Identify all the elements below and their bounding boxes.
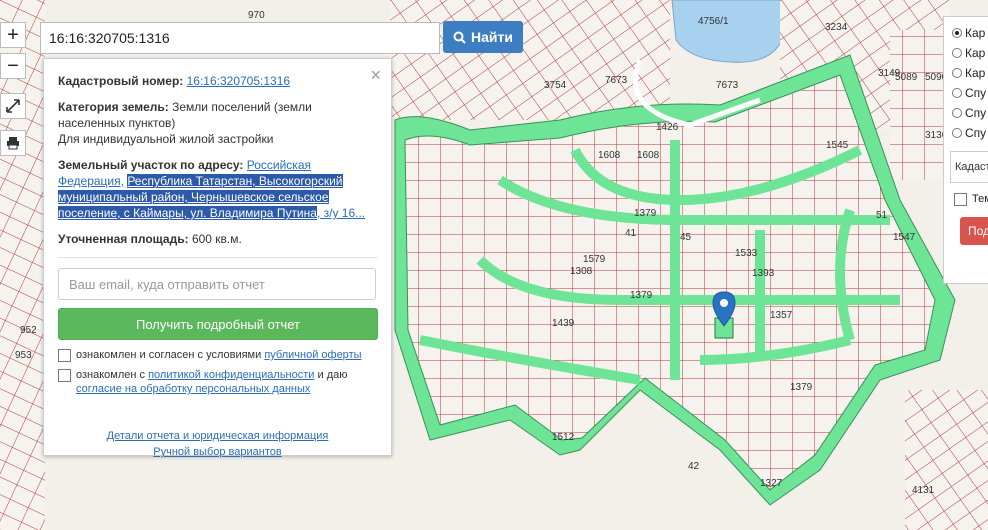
cadastral-number-label: Кадастровый номер:	[58, 74, 184, 88]
layer-option-label: Спу	[965, 106, 987, 120]
public-offer-link[interactable]: публичной оферты	[264, 349, 361, 361]
close-popup-icon[interactable]: ×	[370, 65, 381, 86]
radio-button[interactable]	[952, 48, 962, 58]
layer-option[interactable]: Спу	[944, 83, 988, 103]
privacy-agree-checkbox[interactable]	[58, 369, 71, 382]
layer-option[interactable]: Кар	[944, 63, 988, 83]
layer-option[interactable]: Спу	[944, 103, 988, 123]
parcel-number-label: 1608	[637, 150, 660, 161]
layers-panel: Кар Кар Кар Спу Спу Спу Кадаст Тем Под	[943, 16, 988, 284]
layer-search-input[interactable]: Кадаст	[950, 151, 988, 183]
cadastral-search-input[interactable]: 16:16:320705:1316	[40, 22, 440, 54]
radio-button[interactable]	[952, 128, 962, 138]
parcel-number-label: 51	[876, 210, 888, 221]
address-label: Земельный участок по адресу:	[58, 158, 244, 172]
divider	[58, 257, 377, 258]
parcel-number-label: 1327	[760, 478, 783, 489]
parcel-number-label: 1512	[552, 432, 575, 443]
zoom-out-button[interactable]: −	[0, 53, 26, 79]
privacy-policy-link[interactable]: политикой конфиденциальности	[148, 369, 314, 381]
parcel-number-label: 1426	[656, 122, 679, 133]
search-icon	[453, 31, 466, 44]
parcel-number-label: 953	[15, 350, 32, 361]
parcel-number-label: 42	[688, 461, 700, 472]
parcel-number-label: 1545	[826, 140, 849, 151]
parcel-number-label: 7673	[605, 75, 628, 86]
land-usage-value: Для индивидуальной жилой застройки	[58, 132, 274, 146]
layer-checkbox[interactable]	[954, 193, 967, 206]
parcel-number-label: 3754	[544, 80, 567, 91]
manual-selection-link[interactable]: Ручной выбор вариантов	[153, 446, 281, 458]
parcel-number-label: 41	[625, 228, 637, 239]
radio-button[interactable]	[952, 68, 962, 78]
layer-option-label: Спу	[965, 86, 987, 100]
layer-option-label: Кар	[965, 26, 986, 40]
print-button[interactable]	[0, 130, 26, 156]
zoom-in-button[interactable]: +	[0, 22, 26, 48]
layer-option-label: Спу	[965, 126, 987, 140]
layer-option[interactable]: Кар	[944, 43, 988, 63]
layer-option[interactable]: Кар	[944, 23, 988, 43]
parcel-number-label: 1393	[752, 268, 775, 279]
parcel-number-label: 1547	[893, 232, 916, 243]
area-label: Уточненная площадь:	[58, 232, 189, 246]
parcel-number-label: 1379	[634, 208, 657, 219]
radio-button[interactable]	[952, 108, 962, 118]
expand-icon	[6, 99, 20, 113]
email-input[interactable]: Ваш email, куда отправить отчет	[58, 268, 376, 300]
layer-submit-button[interactable]: Под	[960, 217, 988, 245]
data-processing-consent-link[interactable]: согласие на обработку персональных данны…	[76, 383, 310, 395]
radio-button[interactable]	[952, 88, 962, 98]
parcel-number-label: 7673	[716, 80, 739, 91]
get-report-button[interactable]: Получить подробный отчет	[58, 308, 378, 340]
parcel-number-label: 3234	[825, 22, 848, 33]
layer-option-label: Кар	[965, 66, 986, 80]
parcel-number-label: 4131	[912, 485, 935, 496]
parcel-number-label: 1379	[630, 290, 653, 301]
parcel-number-label: 1357	[770, 310, 793, 321]
cadastral-number-link[interactable]: 16:16:320705:1316	[187, 74, 290, 88]
privacy-agree-text: ознакомлен с политикой конфиденциальност…	[76, 369, 348, 395]
parcel-number-label: 4756/1	[698, 16, 729, 27]
search-button-label: Найти	[471, 29, 513, 45]
layer-option-label: Кар	[965, 46, 986, 60]
parcel-number-label: 1439	[552, 318, 575, 329]
offer-agree-text: ознакомлен и согласен с условиями публич…	[76, 349, 362, 361]
printer-icon	[7, 137, 19, 150]
search-button[interactable]: Найти	[443, 21, 523, 53]
parcel-number-label: 1579	[583, 254, 606, 265]
radio-button[interactable]	[952, 28, 962, 38]
land-category-label: Категория земель:	[58, 100, 169, 114]
parcel-number-label: 1308	[570, 266, 593, 277]
parcel-number-label: 952	[20, 325, 37, 336]
offer-agree-checkbox[interactable]	[58, 349, 71, 362]
layer-option[interactable]: Спу	[944, 123, 988, 143]
parcel-number-label: 1533	[735, 248, 758, 259]
parcel-info-popup: × Кадастровый номер: 16:16:320705:1316 К…	[43, 58, 392, 458]
fullscreen-button[interactable]	[0, 93, 26, 119]
area-value: 600 кв.м.	[191, 232, 242, 246]
parcel-number-label: 970	[248, 10, 265, 21]
parcel-number-label: 5089	[895, 72, 918, 83]
report-details-link[interactable]: Детали отчета и юридическая информация	[107, 430, 329, 442]
parcel-number-label: 1608	[598, 150, 621, 161]
parcel-number-label: 1379	[790, 382, 813, 393]
layer-checkbox-label: Тем	[972, 193, 988, 205]
address-link-tail[interactable]: , з/у 16...	[317, 206, 365, 220]
parcel-number-label: 45	[680, 232, 692, 243]
